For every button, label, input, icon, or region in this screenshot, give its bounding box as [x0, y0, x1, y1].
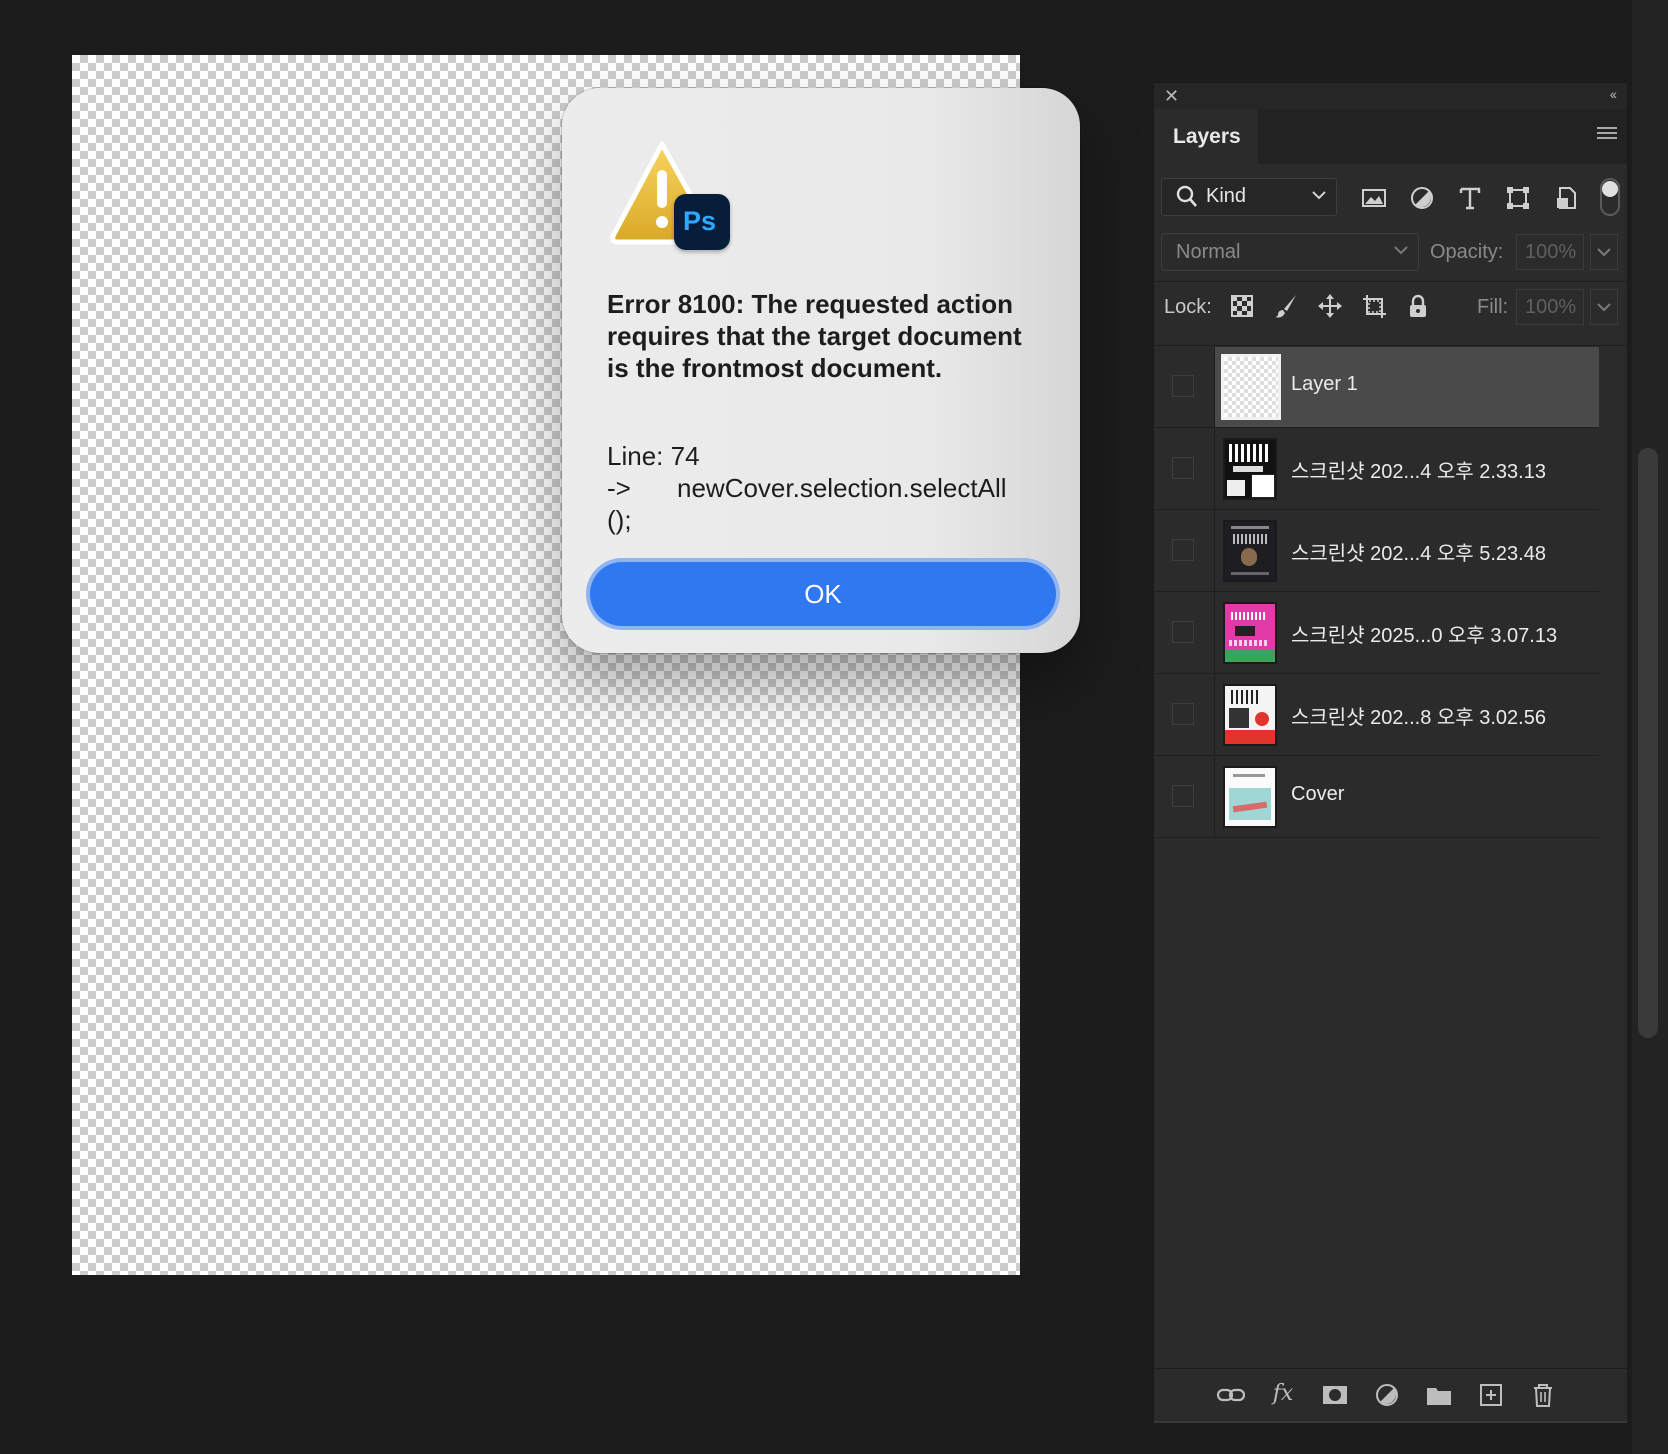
divider — [1154, 281, 1627, 282]
fill-dropdown[interactable] — [1590, 289, 1618, 325]
layer-visibility-toggle[interactable] — [1154, 511, 1215, 591]
layer-row[interactable]: Layer 1 — [1154, 347, 1599, 428]
layer-style-fx-icon[interactable]: fx — [1268, 1381, 1298, 1409]
link-layers-icon[interactable] — [1216, 1381, 1246, 1409]
collapse-panel-icon[interactable]: ‹‹ — [1610, 86, 1617, 102]
layer-thumbnail — [1223, 438, 1277, 500]
layers-panel: ✕ ‹‹ Layers Kind Normal Opacity: 100% Lo… — [1153, 82, 1628, 1424]
error-line-number: Line: 74 — [607, 441, 700, 471]
new-adjustment-layer-icon[interactable] — [1372, 1381, 1402, 1409]
opacity-label: Opacity: — [1430, 241, 1504, 263]
layer-name: 스크린샷 202...4 오후 5.23.48 — [1291, 543, 1546, 565]
error-code: newCover.selection.selectAll — [677, 473, 1007, 503]
layer-name: Layer 1 — [1291, 373, 1358, 395]
panel-resize-grip[interactable] — [1154, 1421, 1627, 1423]
error-title: Error 8100: The requested action require… — [607, 289, 1022, 383]
error-code-tail: (); — [607, 505, 632, 535]
photoshop-badge-text: Ps — [683, 206, 717, 236]
chevron-down-icon — [1597, 303, 1611, 312]
lock-artboard-icon[interactable] — [1360, 292, 1388, 320]
layer-row[interactable]: 스크린샷 2025...0 오후 3.07.13 — [1154, 593, 1599, 674]
fill-field[interactable]: 100% — [1516, 289, 1584, 325]
chevron-down-icon — [1312, 191, 1326, 200]
lock-transparent-pixels-icon[interactable] — [1228, 292, 1256, 320]
photoshop-badge-icon: Ps — [674, 194, 730, 250]
layer-thumbnail — [1223, 520, 1277, 582]
shape-layer-filter-icon[interactable] — [1504, 184, 1532, 212]
error-arrow: -> — [607, 473, 631, 503]
layer-name: 스크린샷 202...4 오후 2.33.13 — [1291, 461, 1546, 483]
blend-mode-dropdown[interactable]: Normal — [1161, 233, 1419, 271]
layer-name: 스크린샷 2025...0 오후 3.07.13 — [1291, 625, 1558, 647]
layer-name: 스크린샷 202...8 오후 3.02.56 — [1291, 707, 1546, 729]
new-layer-icon[interactable] — [1476, 1381, 1506, 1409]
panel-tab-strip: Layers — [1154, 109, 1627, 164]
search-icon — [1176, 185, 1197, 207]
lock-row: Lock: Fill: 100% — [1154, 288, 1627, 328]
close-panel-icon[interactable]: ✕ — [1164, 86, 1179, 107]
layer-thumbnail — [1223, 684, 1277, 746]
warning-icon: Ps — [604, 138, 732, 258]
lock-image-pixels-brush-icon[interactable] — [1272, 292, 1300, 320]
opacity-dropdown[interactable] — [1590, 234, 1618, 270]
layer-visibility-toggle[interactable] — [1154, 593, 1215, 673]
opacity-field[interactable]: 100% — [1516, 234, 1584, 270]
layer-thumbnail — [1223, 602, 1277, 664]
error-details: Line: 74 -> newCover.selection.selectAll … — [607, 440, 1037, 536]
layer-thumbnail — [1221, 354, 1281, 420]
error-code-line: -> newCover.selection.selectAll — [607, 472, 1037, 504]
lock-label: Lock: — [1164, 296, 1212, 318]
panel-title-bar: ✕ ‹‹ — [1154, 83, 1627, 109]
layer-filter-row: Kind — [1154, 178, 1627, 222]
workspace-scrollbar-thumb[interactable] — [1638, 448, 1658, 1038]
layer-row[interactable]: Cover — [1154, 757, 1599, 838]
layer-row[interactable]: 스크린샷 202...8 오후 3.02.56 — [1154, 675, 1599, 756]
divider — [1154, 345, 1627, 346]
layer-row[interactable]: 스크린샷 202...4 오후 5.23.48 — [1154, 511, 1599, 592]
panel-menu-icon[interactable] — [1597, 127, 1617, 143]
adjustment-layer-filter-icon[interactable] — [1408, 184, 1436, 212]
layer-visibility-toggle[interactable] — [1154, 675, 1215, 755]
new-group-folder-icon[interactable] — [1424, 1381, 1454, 1409]
lock-all-icon[interactable] — [1404, 292, 1432, 320]
tab-layers[interactable]: Layers — [1154, 109, 1258, 164]
lock-position-move-icon[interactable] — [1316, 292, 1344, 320]
filter-kind-label: Kind — [1206, 185, 1247, 207]
layer-name: Cover — [1291, 783, 1345, 805]
layer-thumbnail — [1223, 766, 1277, 828]
chevron-down-icon — [1394, 246, 1408, 255]
layers-bottom-toolbar: fx — [1154, 1368, 1627, 1419]
type-layer-filter-icon[interactable] — [1456, 184, 1484, 212]
error-dialog: Ps Error 8100: The requested action requ… — [562, 88, 1080, 653]
ok-button[interactable]: OK — [590, 562, 1056, 626]
fill-label: Fill: — [1477, 296, 1509, 318]
layer-visibility-toggle[interactable] — [1154, 757, 1215, 837]
layer-row[interactable]: 스크린샷 202...4 오후 2.33.13 — [1154, 429, 1599, 510]
blend-row: Normal Opacity: 100% — [1154, 233, 1627, 273]
blend-mode-label: Normal — [1176, 241, 1241, 263]
layer-visibility-toggle[interactable] — [1154, 429, 1215, 509]
filter-kind-dropdown[interactable]: Kind — [1161, 178, 1337, 216]
pixel-layer-filter-icon[interactable] — [1360, 184, 1388, 212]
smart-object-filter-icon[interactable] — [1552, 184, 1580, 212]
add-mask-icon[interactable] — [1320, 1381, 1350, 1409]
filter-toggle-switch[interactable] — [1600, 178, 1620, 216]
delete-layer-trash-icon[interactable] — [1528, 1381, 1558, 1409]
layer-visibility-toggle[interactable] — [1154, 347, 1215, 427]
chevron-down-icon — [1597, 248, 1611, 257]
